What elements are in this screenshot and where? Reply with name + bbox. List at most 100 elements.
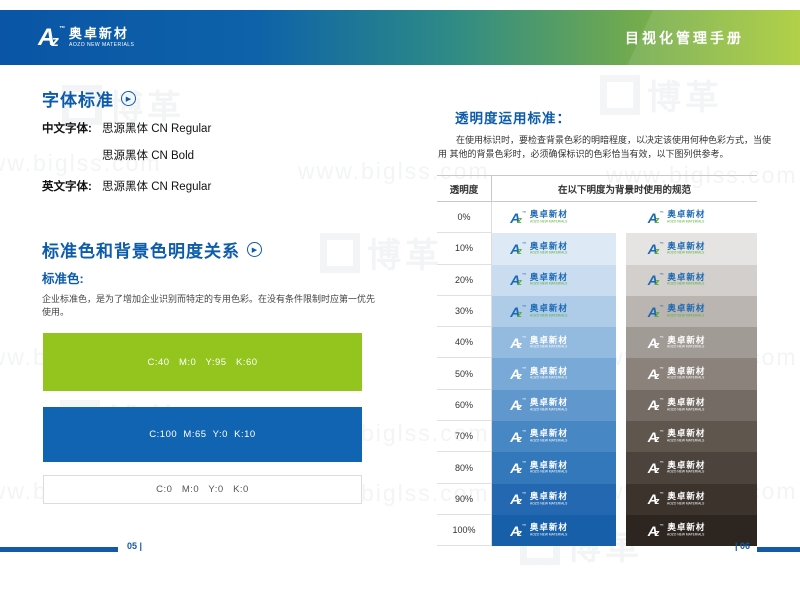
brand-mark: Az™ — [510, 336, 526, 350]
brand-mark: Az™ — [38, 26, 65, 50]
brand-names: 奥卓新材AOZO NEW MATERIALS — [530, 523, 598, 538]
brand-mark-z: z — [655, 403, 660, 412]
brand-name-cn: 奥卓新材 — [667, 304, 735, 313]
standard-color-swatch: C:0 M:0 Y:0 K:0 — [43, 475, 362, 504]
font-item-label: 英文字体: — [42, 178, 102, 194]
brand-mark: Az™ — [648, 430, 664, 444]
brand-name-en: AOZO NEW MATERIALS — [530, 314, 567, 317]
font-item: 中文字体:思源黑体 CN Regular思源黑体 CN Bold — [42, 120, 211, 163]
play-glyph: ▶ — [126, 95, 132, 103]
brand-name-cn: 奥卓新材 — [530, 273, 598, 282]
brand-mark: Az™ — [648, 398, 664, 412]
color-swatches: C:40 M:0 Y:95 K:60C:100 M:65 Y:0 K:10C:0… — [43, 333, 362, 504]
brand-names: 奥卓新材 AOZO NEW MATERIALS — [69, 27, 146, 48]
brand-mark-z: z — [517, 372, 522, 381]
brand-mark-z: z — [655, 497, 660, 506]
brand-mark-z: z — [517, 216, 522, 225]
trademark-symbol: ™ — [659, 273, 663, 277]
brand-name-en: AOZO NEW MATERIALS — [530, 408, 567, 411]
trademark-symbol: ™ — [522, 242, 526, 246]
brand-names: 奥卓新材AOZO NEW MATERIALS — [530, 273, 598, 288]
brand-names: 奥卓新材AOZO NEW MATERIALS — [667, 429, 735, 444]
blue-usage-cell: Az™奥卓新材AOZO NEW MATERIALS — [492, 484, 616, 515]
brand-name-cn: 奥卓新材 — [667, 367, 735, 376]
brand-name-en: AOZO NEW MATERIALS — [530, 533, 567, 536]
brand-logo-white: Az™奥卓新材AOZO NEW MATERIALS — [648, 398, 736, 413]
transparency-percent: 50% — [437, 358, 491, 389]
play-icon: ▶ — [121, 91, 136, 106]
brand-mark: Az™ — [510, 398, 526, 412]
color-brightness-heading: 标准色和背景色明度关系 ▶ — [42, 237, 262, 262]
trademark-symbol: ™ — [522, 461, 526, 465]
brand-mark-z: z — [517, 247, 522, 256]
brand-logo-color: Az™奥卓新材AOZO NEW MATERIALS — [648, 304, 736, 319]
brand-mark: Az™ — [510, 430, 526, 444]
brand-name-cn: 奥卓新材 — [530, 492, 598, 501]
blue-usage-cell: Az™奥卓新材AOZO NEW MATERIALS — [492, 296, 616, 327]
brand-names: 奥卓新材AOZO NEW MATERIALS — [530, 336, 598, 351]
play-glyph: ▶ — [252, 246, 258, 254]
transparency-percent: 40% — [437, 327, 491, 358]
brand-names: 奥卓新材AOZO NEW MATERIALS — [530, 304, 598, 319]
blue-usage-cell: Az™奥卓新材AOZO NEW MATERIALS — [492, 421, 616, 452]
brand-logo-white: Az™奥卓新材AOZO NEW MATERIALS — [510, 461, 598, 476]
gray-usage-cell: Az™奥卓新材AOZO NEW MATERIALS — [626, 233, 757, 264]
brand-name-en: AOZO NEW MATERIALS — [667, 345, 704, 348]
brand-name-cn: 奥卓新材 — [530, 367, 598, 376]
brand-name-cn: 奥卓新材 — [530, 304, 598, 313]
gray-usage-cell: Az™奥卓新材AOZO NEW MATERIALS — [626, 358, 757, 389]
brand-mark-z: z — [655, 529, 660, 538]
brand-mark-z: z — [655, 466, 660, 475]
trademark-symbol: ™ — [659, 524, 663, 528]
font-standard-heading: 字体标准 ▶ — [42, 86, 136, 111]
transparency-percent: 80% — [437, 452, 491, 483]
trademark-symbol: ™ — [659, 242, 663, 246]
brand-logo-white: Az™ 奥卓新材AOZO NEW MATERIALS — [510, 336, 598, 351]
brand-name-cn: 奥卓新材 — [530, 523, 598, 532]
transparency-percent: 100% — [437, 515, 491, 546]
trademark-symbol: ™ — [659, 461, 663, 465]
table-header-row: 透明度 在以下明度为背景时使用的规范 — [437, 175, 757, 202]
trademark-symbol: ™ — [522, 273, 526, 277]
brand-names: 奥卓新材AOZO NEW MATERIALS — [667, 367, 735, 382]
trademark-symbol: ™ — [522, 336, 526, 340]
trademark-symbol: ™ — [522, 492, 526, 496]
gray-usage-cell: Az™奥卓新材AOZO NEW MATERIALS — [626, 390, 757, 421]
transparency-percent: 70% — [437, 421, 491, 452]
percent-column: 0%10%20%30%40%50%60%70%80%90%100% — [437, 202, 492, 546]
brand-name-en: AOZO NEW MATERIALS — [667, 314, 704, 317]
blue-usage-cell: Az™ 奥卓新材AOZO NEW MATERIALS — [492, 327, 616, 358]
brand-name-en: AOZO NEW MATERIALS — [530, 502, 567, 505]
standard-color-subheading: 标准色: — [42, 268, 84, 287]
transparency-percent: 30% — [437, 296, 491, 327]
brand-mark: Az™ — [510, 367, 526, 381]
standard-color-description: 企业标准色，是为了增加企业识别而特定的专用色彩。在没有条件限制时应第一优先使用。 — [42, 292, 377, 318]
brand-logo-white: Az™奥卓新材AOZO NEW MATERIALS — [648, 523, 736, 538]
brand-name-en: AOZO NEW MATERIALS — [69, 42, 134, 47]
brand-mark: Az™ — [648, 242, 664, 256]
font-item-value: 思源黑体 CN Regular — [102, 120, 211, 136]
brand-mark: Az™ — [648, 336, 664, 350]
brand-mark: Az™ — [648, 492, 664, 506]
trademark-symbol: ™ — [659, 430, 663, 434]
brand-mark-z: z — [517, 529, 522, 538]
gray-usage-cell: Az™奥卓新材AOZO NEW MATERIALS — [626, 421, 757, 452]
brand-names: 奥卓新材AOZO NEW MATERIALS — [530, 242, 598, 257]
gray-usage-cell: Az™奥卓新材AOZO NEW MATERIALS — [626, 202, 757, 233]
transparency-percent: 60% — [437, 390, 491, 421]
watermark-brand-text: 博革 — [647, 70, 723, 119]
watermark-brand-icon — [600, 75, 640, 115]
brand-name-en: AOZO NEW MATERIALS — [667, 502, 704, 505]
page-number-right: | 06 — [735, 541, 750, 551]
brand-mark-z: z — [655, 216, 660, 225]
header-banner: Az™ 奥卓新材 AOZO NEW MATERIALS 目视化管理手册 — [0, 10, 800, 65]
brand-name-en: AOZO NEW MATERIALS — [667, 220, 704, 223]
brand-mark: Az™ — [510, 273, 526, 287]
trademark-symbol: ™ — [522, 367, 526, 371]
brand-name-cn: 奥卓新材 — [69, 27, 146, 40]
standard-color-swatch: C:40 M:0 Y:95 K:60 — [43, 333, 362, 391]
brand-logo-color: Az™奥卓新材AOZO NEW MATERIALS — [510, 242, 598, 257]
brand-name-cn: 奥卓新材 — [530, 242, 598, 251]
brand-name-cn: 奥卓新材 — [667, 461, 735, 470]
watermark-brand: 博革 — [600, 70, 723, 119]
